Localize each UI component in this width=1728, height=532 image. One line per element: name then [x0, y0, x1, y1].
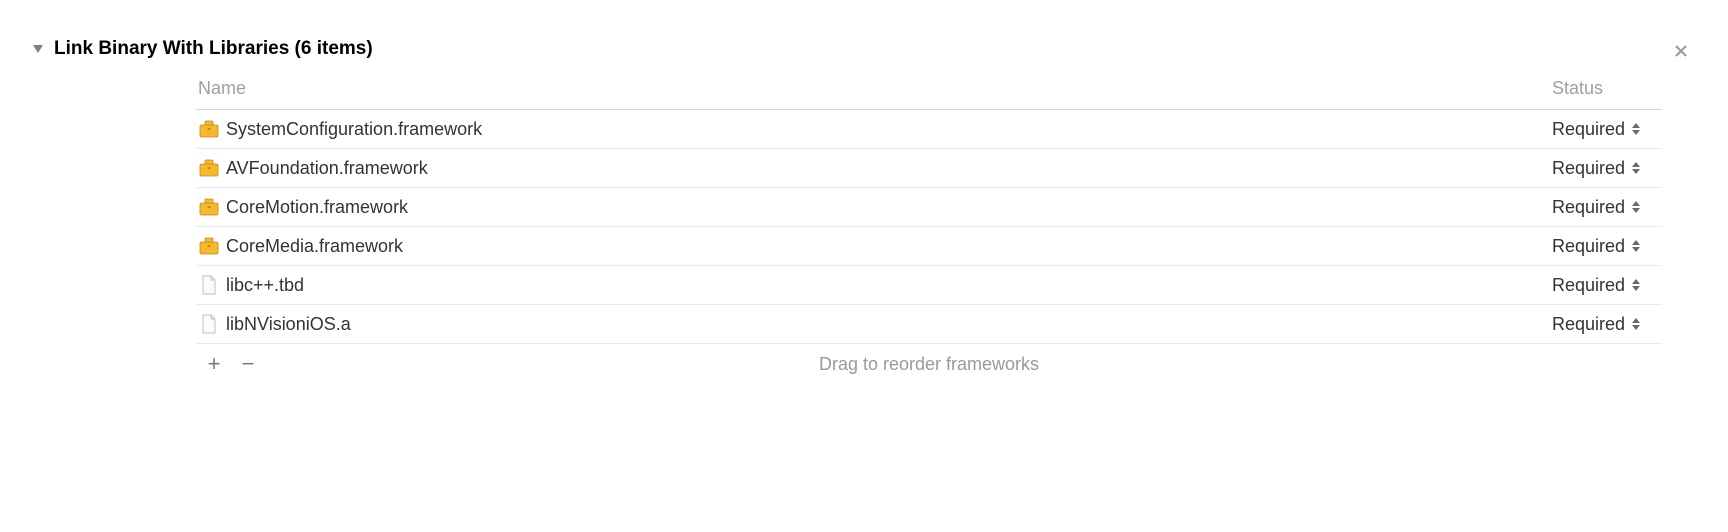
section-header: Link Binary With Libraries (6 items) — [0, 38, 1728, 60]
file-icon — [198, 274, 220, 296]
status-label: Required — [1552, 314, 1625, 335]
status-label: Required — [1552, 236, 1625, 257]
table-header: Name Status — [196, 78, 1662, 110]
section-title: Link Binary With Libraries (6 items) — [54, 38, 373, 60]
remove-button[interactable]: − — [238, 353, 258, 375]
column-name-header[interactable]: Name — [196, 78, 1552, 99]
file-icon — [198, 313, 220, 335]
status-selector[interactable]: Required — [1552, 119, 1662, 140]
stepper-icon — [1631, 123, 1641, 135]
status-label: Required — [1552, 119, 1625, 140]
status-selector[interactable]: Required — [1552, 314, 1662, 335]
disclosure-triangle-icon[interactable] — [32, 43, 44, 55]
library-name: CoreMedia.framework — [226, 236, 1552, 257]
table-row[interactable]: libc++.tbd Required — [196, 266, 1662, 305]
table-row[interactable]: SystemConfiguration.framework Required — [196, 110, 1662, 149]
status-selector[interactable]: Required — [1552, 275, 1662, 296]
library-name: CoreMotion.framework — [226, 197, 1552, 218]
framework-icon — [198, 235, 220, 257]
table-footer: + − Drag to reorder frameworks — [196, 344, 1662, 384]
footer-hint: Drag to reorder frameworks — [196, 354, 1662, 375]
table-row[interactable]: libNVisioniOS.a Required — [196, 305, 1662, 344]
stepper-icon — [1631, 279, 1641, 291]
close-icon[interactable] — [1674, 42, 1688, 63]
library-name: libc++.tbd — [226, 275, 1552, 296]
status-label: Required — [1552, 275, 1625, 296]
stepper-icon — [1631, 240, 1641, 252]
stepper-icon — [1631, 201, 1641, 213]
library-name: SystemConfiguration.framework — [226, 119, 1552, 140]
status-selector[interactable]: Required — [1552, 158, 1662, 179]
status-label: Required — [1552, 158, 1625, 179]
status-selector[interactable]: Required — [1552, 236, 1662, 257]
status-label: Required — [1552, 197, 1625, 218]
framework-icon — [198, 196, 220, 218]
framework-icon — [198, 118, 220, 140]
library-name: libNVisioniOS.a — [226, 314, 1552, 335]
stepper-icon — [1631, 318, 1641, 330]
add-button[interactable]: + — [204, 353, 224, 375]
framework-icon — [198, 157, 220, 179]
column-status-header[interactable]: Status — [1552, 78, 1662, 99]
status-selector[interactable]: Required — [1552, 197, 1662, 218]
table-row[interactable]: AVFoundation.framework Required — [196, 149, 1662, 188]
table-row[interactable]: CoreMedia.framework Required — [196, 227, 1662, 266]
library-name: AVFoundation.framework — [226, 158, 1552, 179]
table-row[interactable]: CoreMotion.framework Required — [196, 188, 1662, 227]
libraries-table: Name Status SystemConfiguration.framewor… — [196, 78, 1662, 384]
stepper-icon — [1631, 162, 1641, 174]
